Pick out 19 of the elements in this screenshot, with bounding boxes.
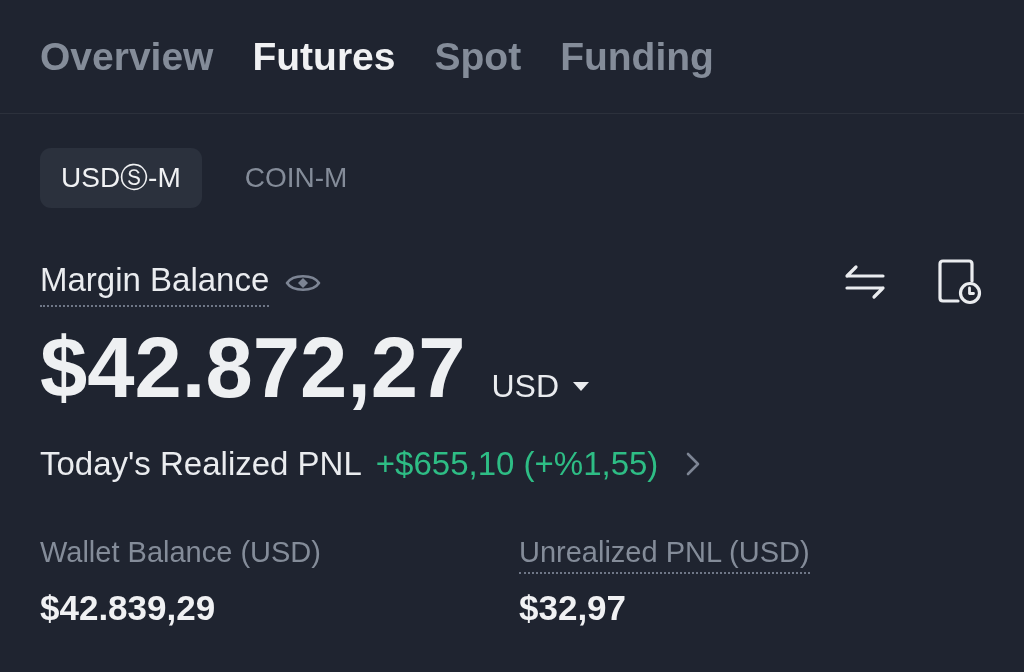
caret-icon xyxy=(573,382,589,391)
stat-label: Unrealized PNL (USD) xyxy=(519,534,810,574)
stat-value: $32,97 xyxy=(519,588,627,628)
stat-value: $42.839,29 xyxy=(40,588,216,628)
currency-dropdown[interactable]: USD xyxy=(491,368,589,405)
margin-type-tab[interactable]: COIN-M xyxy=(223,148,369,208)
realized-pnl-value: +$655,10 (+%1,55) xyxy=(375,444,659,484)
margin-balance-label: Margin Balance xyxy=(40,258,270,307)
tab[interactable]: Spot xyxy=(434,33,522,80)
balance-amount: $42.872,27 xyxy=(40,326,466,410)
stat-label: Wallet Balance (USD) xyxy=(40,535,321,570)
tab[interactable]: Funding xyxy=(560,33,714,80)
chevron-right-icon[interactable] xyxy=(686,451,701,476)
tab[interactable]: Overview xyxy=(40,33,214,80)
realized-pnl-label: Today's Realized PNL xyxy=(40,444,362,484)
tab[interactable]: Futures xyxy=(252,33,396,80)
swap-arrows-icon[interactable] xyxy=(844,264,886,300)
margin-type-tab[interactable]: USDⓈ-M xyxy=(40,148,202,208)
document-clock-icon[interactable] xyxy=(938,259,982,305)
